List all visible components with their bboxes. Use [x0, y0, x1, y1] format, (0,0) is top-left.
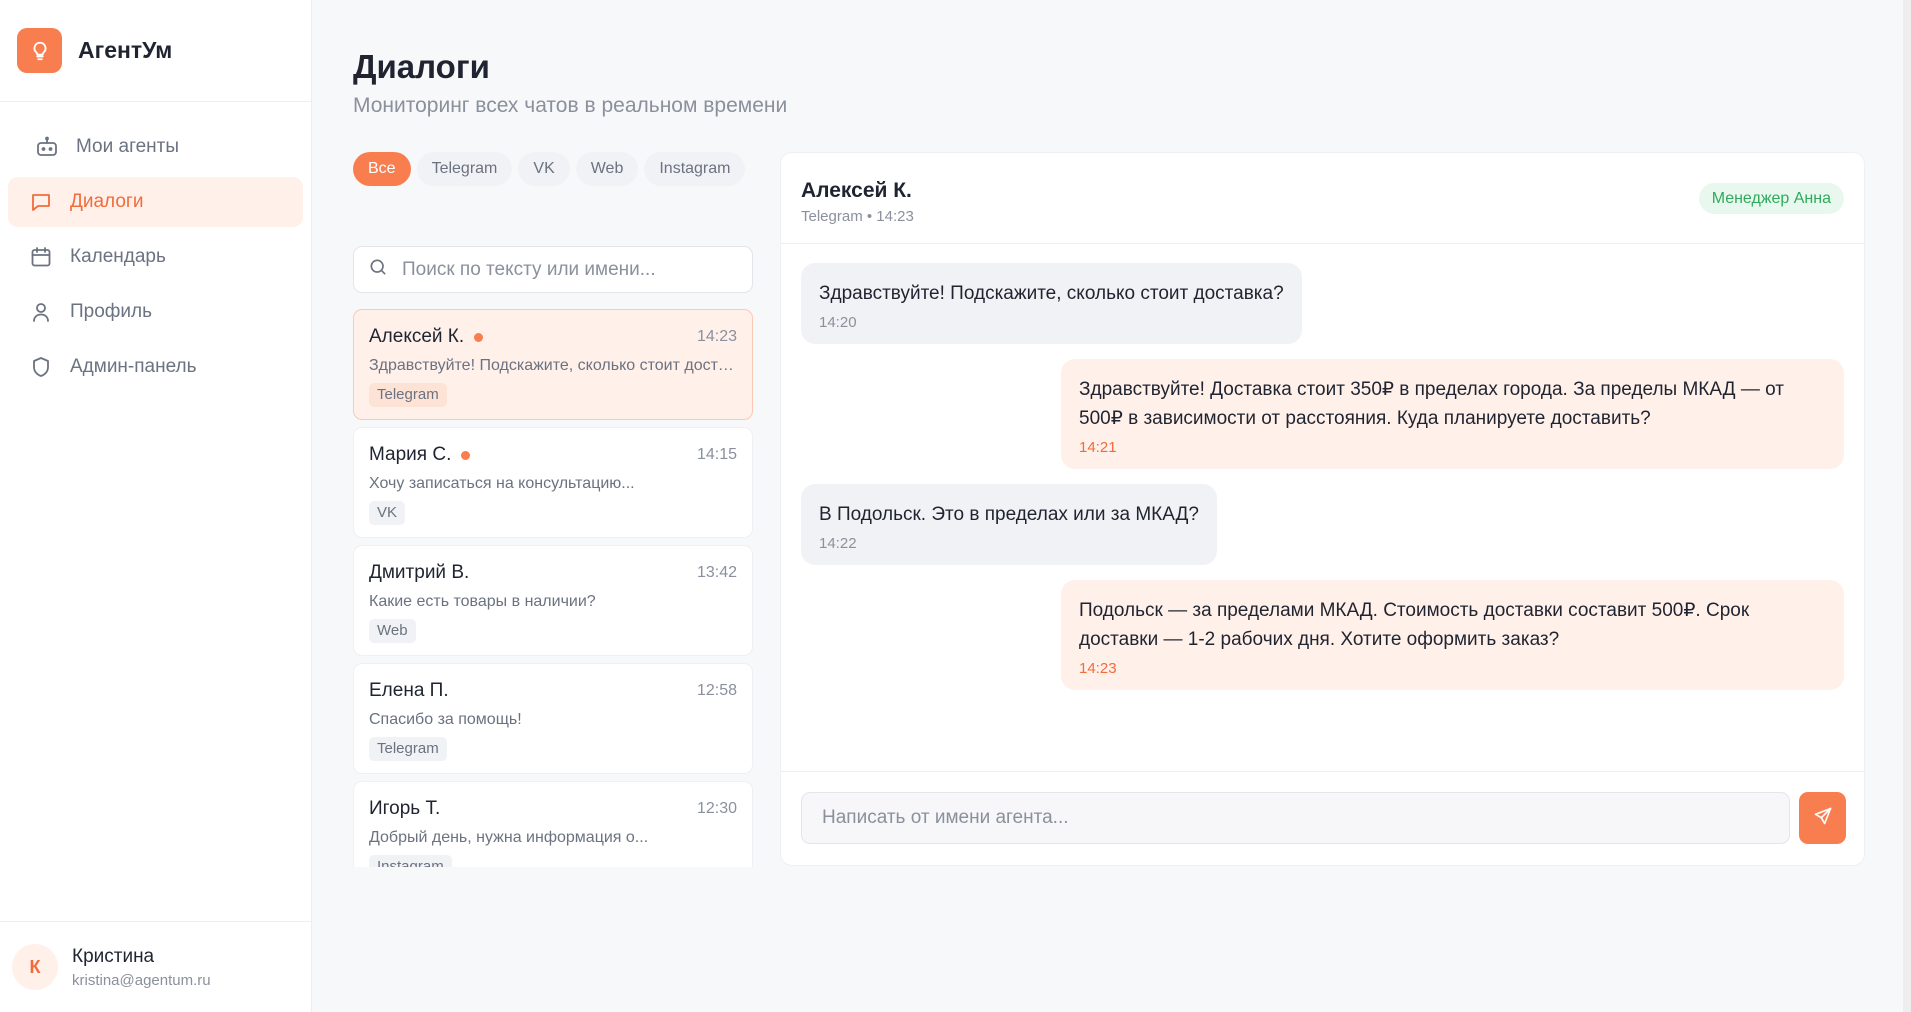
- page-subtitle: Мониторинг всех чатов в реальном времени: [353, 94, 788, 117]
- channel-filters: Все Telegram VK Web Instagram: [353, 152, 753, 197]
- lightbulb-icon: [17, 28, 62, 73]
- send-icon: [1813, 806, 1833, 831]
- sidebar-item-label: Диалоги: [70, 191, 144, 212]
- sidebar-item-label: Профиль: [70, 301, 153, 322]
- chat-header: Алексей К. Telegram • 14:23 Менеджер Анн…: [781, 153, 1864, 244]
- dialog-time: 14:15: [696, 446, 737, 463]
- sidebar-item-label: Календарь: [70, 246, 166, 267]
- scrollbar[interactable]: [1903, 0, 1911, 1012]
- message-composer: [781, 771, 1864, 865]
- filter-chip-instagram[interactable]: Instagram: [644, 152, 746, 186]
- message-time: 14:23: [1079, 660, 1117, 677]
- message-outgoing: Подольск — за пределами МКАД. Стоимость …: [1061, 580, 1844, 690]
- dialog-name: Игорь Т.: [369, 798, 441, 819]
- channel-tag: Web: [369, 619, 416, 643]
- dialog-preview: Какие есть товары в наличии?: [369, 593, 596, 610]
- search-icon: [368, 257, 388, 282]
- shield-icon: [28, 354, 54, 380]
- sidebar-item-label: Админ-панель: [70, 356, 197, 377]
- main-content: Диалоги Мониторинг всех чатов в реальном…: [313, 0, 1911, 1012]
- user-email: kristina@agentum.ru: [72, 971, 211, 989]
- sidebar-nav: Мои агенты Диалоги Календарь Профиль Адм…: [0, 102, 311, 392]
- dialog-item[interactable]: Мария С. 14:15 Хочу записаться на консул…: [353, 427, 753, 538]
- chat-panel: Алексей К. Telegram • 14:23 Менеджер Анн…: [780, 152, 1865, 866]
- unread-dot: [474, 332, 484, 342]
- calendar-icon: [28, 244, 54, 270]
- dialog-time: 13:42: [696, 564, 737, 581]
- dialog-preview: Хочу записаться на консультацию...: [369, 475, 635, 492]
- message-text: Подольск — за пределами МКАД. Стоимость …: [1079, 600, 1750, 650]
- channel-tag: Telegram: [369, 737, 447, 761]
- avatar: К: [12, 944, 58, 990]
- dialog-item[interactable]: Дмитрий В. 13:42 Какие есть товары в нал…: [353, 545, 753, 656]
- channel-tag: Instagram: [369, 855, 452, 867]
- sidebar-item-calendar[interactable]: Календарь: [8, 232, 303, 282]
- channel-tag: VK: [369, 501, 406, 525]
- dialog-list: Алексей К. 14:23 Здравствуйте! Подскажит…: [353, 309, 753, 867]
- dialog-time: 14:23: [696, 328, 737, 345]
- dialog-item[interactable]: Елена П. 12:58 Спасибо за помощь! Telegr…: [353, 663, 753, 774]
- search-input[interactable]: [402, 258, 732, 281]
- message-input[interactable]: [801, 792, 1790, 844]
- filter-chip-vk[interactable]: VK: [518, 152, 570, 186]
- dialog-name-wrap: Алексей К.: [369, 326, 484, 348]
- manager-badge: Менеджер Анна: [1698, 183, 1844, 214]
- send-button[interactable]: [1799, 792, 1846, 844]
- dialog-item[interactable]: Игорь Т. 12:30 Добрый день, нужна информ…: [353, 781, 753, 867]
- brand[interactable]: АгентУм: [0, 0, 311, 102]
- message-text: В Подольск. Это в пределах или за МКАД?: [819, 504, 1199, 525]
- robot-icon: [34, 134, 60, 160]
- dialog-preview: Добрый день, нужна информация о...: [369, 829, 649, 846]
- channel-tag: Telegram: [369, 383, 447, 407]
- filter-chip-telegram[interactable]: Telegram: [416, 152, 513, 186]
- message-time: 14:20: [819, 314, 857, 331]
- sidebar-item-label: Мои агенты: [76, 136, 179, 157]
- dialog-name: Мария С.: [369, 444, 452, 465]
- user-card[interactable]: К Кристина kristina@agentum.ru: [0, 921, 312, 1012]
- dialog-name: Дмитрий В.: [369, 562, 470, 583]
- message-list: Здравствуйте! Подскажите, сколько стоит …: [801, 263, 1844, 705]
- search-box: [353, 246, 753, 293]
- dialog-name: Елена П.: [369, 680, 449, 701]
- chat-contact-name: Алексей К.: [801, 179, 912, 202]
- app-name: АгентУм: [78, 37, 173, 63]
- sidebar-item-admin-panel[interactable]: Админ-панель: [8, 342, 303, 392]
- sidebar-item-dialogs[interactable]: Диалоги: [8, 177, 303, 227]
- dialog-name: Алексей К.: [369, 326, 465, 347]
- sidebar: АгентУм Мои агенты Диалоги Календарь Про…: [0, 0, 312, 1012]
- filter-chip-all[interactable]: Все: [353, 152, 411, 186]
- user-name: Кристина: [72, 945, 155, 967]
- dialog-time: 12:58: [696, 682, 737, 699]
- dialog-name-wrap: Мария С.: [369, 444, 471, 466]
- dialog-item[interactable]: Алексей К. 14:23 Здравствуйте! Подскажит…: [353, 309, 753, 420]
- message-incoming: Здравствуйте! Подскажите, сколько стоит …: [801, 263, 1302, 344]
- filter-chip-web[interactable]: Web: [575, 152, 639, 186]
- message-text: Здравствуйте! Доставка стоит 350₽ в пред…: [1079, 379, 1784, 429]
- message-time: 14:21: [1079, 439, 1117, 456]
- unread-dot: [461, 450, 471, 460]
- page-title: Диалоги: [353, 48, 490, 85]
- user-info: Кристина kristina@agentum.ru: [72, 946, 211, 989]
- message-time: 14:22: [819, 535, 857, 552]
- chat-icon: [28, 189, 54, 215]
- dialog-preview: Спасибо за помощь!: [369, 711, 522, 728]
- user-icon: [28, 299, 54, 325]
- chat-meta: Telegram • 14:23: [801, 208, 914, 225]
- dialog-preview: Здравствуйте! Подскажите, сколько стоит …: [369, 357, 737, 374]
- dialog-time: 12:30: [696, 800, 737, 817]
- app-root: АгентУм Мои агенты Диалоги Календарь Про…: [0, 0, 1911, 1012]
- message-text: Здравствуйте! Подскажите, сколько стоит …: [819, 283, 1284, 304]
- sidebar-item-my-agents[interactable]: Мои агенты: [14, 122, 303, 172]
- sidebar-item-profile[interactable]: Профиль: [8, 287, 303, 337]
- message-incoming: В Подольск. Это в пределах или за МКАД? …: [801, 484, 1217, 565]
- message-outgoing: Здравствуйте! Доставка стоит 350₽ в пред…: [1061, 359, 1844, 469]
